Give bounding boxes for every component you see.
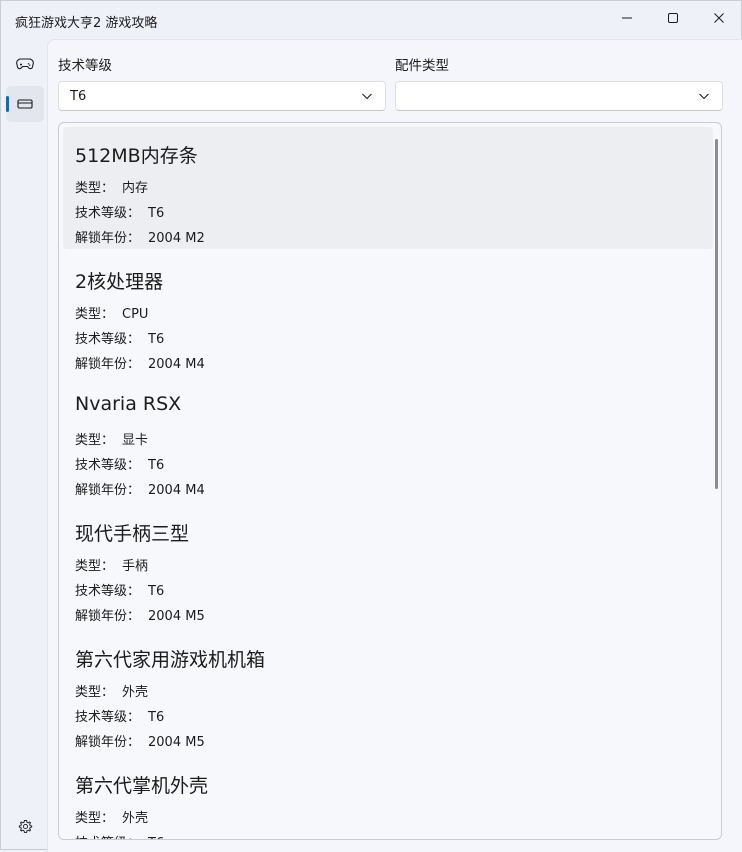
tech-level-dropdown[interactable]: T6 bbox=[58, 81, 386, 111]
tech-value: T6 bbox=[148, 206, 165, 221]
nav-item-games[interactable] bbox=[6, 46, 44, 82]
type-value: 外壳 bbox=[122, 811, 149, 826]
minimize-icon bbox=[622, 17, 632, 19]
part-name: 现代手柄三型 bbox=[75, 523, 190, 545]
unlock-value: 2004 M5 bbox=[148, 609, 205, 624]
parts-list[interactable]: 512MB内存条 类型： 内存 技术等级： T6 解锁年份： 2004 M2 2核处理… bbox=[58, 122, 722, 840]
type-value: 手柄 bbox=[122, 559, 149, 574]
gamepad-icon bbox=[16, 58, 34, 70]
card-icon bbox=[17, 99, 33, 109]
unlock-label: 解锁年份： bbox=[75, 483, 141, 498]
unlock-value: 2004 M4 bbox=[148, 357, 205, 372]
type-label: 类型： bbox=[75, 559, 115, 574]
window-title: 疯狂游戏大亨2 游戏攻略 bbox=[15, 16, 158, 31]
tech-value: T6 bbox=[148, 584, 165, 599]
part-name: 512MB内存条 bbox=[75, 145, 198, 167]
type-label: 类型： bbox=[75, 307, 115, 322]
part-tech-line: 技术等级： T6 bbox=[75, 832, 164, 839]
selection-indicator bbox=[6, 96, 9, 112]
type-label: 类型： bbox=[75, 181, 115, 196]
unlock-label: 解锁年份： bbox=[75, 735, 141, 750]
part-tech-line: 技术等级： T6 bbox=[75, 580, 164, 599]
maximize-button[interactable] bbox=[650, 1, 696, 35]
part-unlock-line: 解锁年份： 2004 M5 bbox=[75, 731, 205, 750]
tech-value: T6 bbox=[148, 458, 165, 473]
chevron-down-icon bbox=[699, 93, 709, 100]
tech-label: 技术等级： bbox=[75, 458, 141, 473]
part-name: Nvaria RSX bbox=[75, 393, 182, 415]
part-name: 第六代家用游戏机机箱 bbox=[75, 649, 266, 671]
tech-label: 技术等级： bbox=[75, 332, 141, 347]
list-scrollbar[interactable] bbox=[715, 139, 718, 489]
part-type-label: 配件类型 bbox=[395, 58, 449, 74]
part-tech-line: 技术等级： T6 bbox=[75, 328, 164, 347]
unlock-label: 解锁年份： bbox=[75, 357, 141, 372]
unlock-value: 2004 M4 bbox=[148, 483, 205, 498]
part-unlock-line: 解锁年份： 2004 M4 bbox=[75, 353, 205, 372]
part-tech-line: 技术等级： T6 bbox=[75, 454, 164, 473]
unlock-value: 2004 M5 bbox=[148, 735, 205, 750]
close-icon bbox=[714, 13, 724, 23]
part-unlock-line: 解锁年份： 2004 M4 bbox=[75, 479, 205, 498]
list-item[interactable]: 现代手柄三型 类型： 手柄 技术等级： T6 解锁年份： 2004 M5 bbox=[63, 505, 713, 627]
nav-item-settings[interactable] bbox=[6, 808, 44, 844]
part-type-line: 类型： 手柄 bbox=[75, 555, 148, 574]
tech-value: T6 bbox=[148, 332, 165, 347]
tech-label: 技术等级： bbox=[75, 832, 140, 839]
tech-value: T6 bbox=[148, 710, 165, 725]
part-tech-line: 技术等级： T6 bbox=[75, 706, 164, 725]
list-item[interactable]: 第六代家用游戏机机箱 类型： 外壳 技术等级： T6 解锁年份： 2004 M5 bbox=[63, 631, 713, 753]
maximize-icon bbox=[668, 13, 678, 23]
close-button[interactable] bbox=[696, 1, 742, 35]
content-panel: 技术等级 配件类型 T6 512MB内存条 类型： 内存 技术等级： T6 解锁年份… bbox=[47, 39, 742, 852]
tech-label: 技术等级： bbox=[75, 710, 141, 725]
type-label: 类型： bbox=[75, 433, 115, 448]
type-value: 内存 bbox=[122, 181, 149, 196]
chevron-down-icon bbox=[362, 93, 372, 100]
unlock-label: 解锁年份： bbox=[75, 231, 141, 246]
type-value: 显卡 bbox=[122, 433, 149, 448]
type-value: CPU bbox=[122, 307, 149, 322]
part-tech-line: 技术等级： T6 bbox=[75, 202, 164, 221]
tech-level-label: 技术等级 bbox=[58, 58, 112, 74]
minimize-button[interactable] bbox=[604, 1, 650, 35]
part-name: 2核处理器 bbox=[75, 271, 164, 293]
type-label: 类型： bbox=[75, 811, 115, 826]
nav-item-parts[interactable] bbox=[6, 86, 44, 122]
title-bar: 疯狂游戏大亨2 游戏攻略 bbox=[1, 1, 741, 37]
part-unlock-line: 解锁年份： 2004 M5 bbox=[75, 605, 205, 624]
part-type-line: 类型： 外壳 bbox=[75, 681, 148, 700]
unlock-label: 解锁年份： bbox=[75, 609, 141, 624]
part-type-line: 类型： 显卡 bbox=[75, 429, 148, 448]
part-type-line: 类型： 内存 bbox=[75, 177, 148, 196]
list-item[interactable]: 2核处理器 类型： CPU 技术等级： T6 解锁年份： 2004 M4 bbox=[63, 253, 713, 375]
type-value: 外壳 bbox=[122, 685, 149, 700]
list-item[interactable]: 第六代掌机外壳 类型： 外壳 技术等级： T6 bbox=[63, 757, 713, 839]
list-item[interactable]: 512MB内存条 类型： 内存 技术等级： T6 解锁年份： 2004 M2 bbox=[63, 127, 713, 249]
list-item[interactable]: Nvaria RSX 类型： 显卡 技术等级： T6 解锁年份： 2004 M4 bbox=[63, 379, 713, 501]
part-unlock-line: 解锁年份： 2004 M2 bbox=[75, 227, 205, 246]
unlock-value: 2004 M2 bbox=[148, 231, 205, 246]
part-type-dropdown[interactable] bbox=[395, 81, 723, 111]
tech-level-value: T6 bbox=[70, 89, 87, 104]
app-window: 疯狂游戏大亨2 游戏攻略 技术等级 配件类型 T6 512MB内存条 类型： 内… bbox=[0, 0, 742, 852]
part-name: 第六代掌机外壳 bbox=[75, 775, 209, 797]
part-type-line: 类型： CPU bbox=[75, 303, 148, 322]
tech-value: T6 bbox=[148, 836, 164, 839]
part-type-line: 类型： 外壳 bbox=[75, 807, 148, 826]
type-label: 类型： bbox=[75, 685, 115, 700]
tech-label: 技术等级： bbox=[75, 584, 141, 599]
gear-icon bbox=[18, 819, 32, 833]
tech-label: 技术等级： bbox=[75, 206, 141, 221]
